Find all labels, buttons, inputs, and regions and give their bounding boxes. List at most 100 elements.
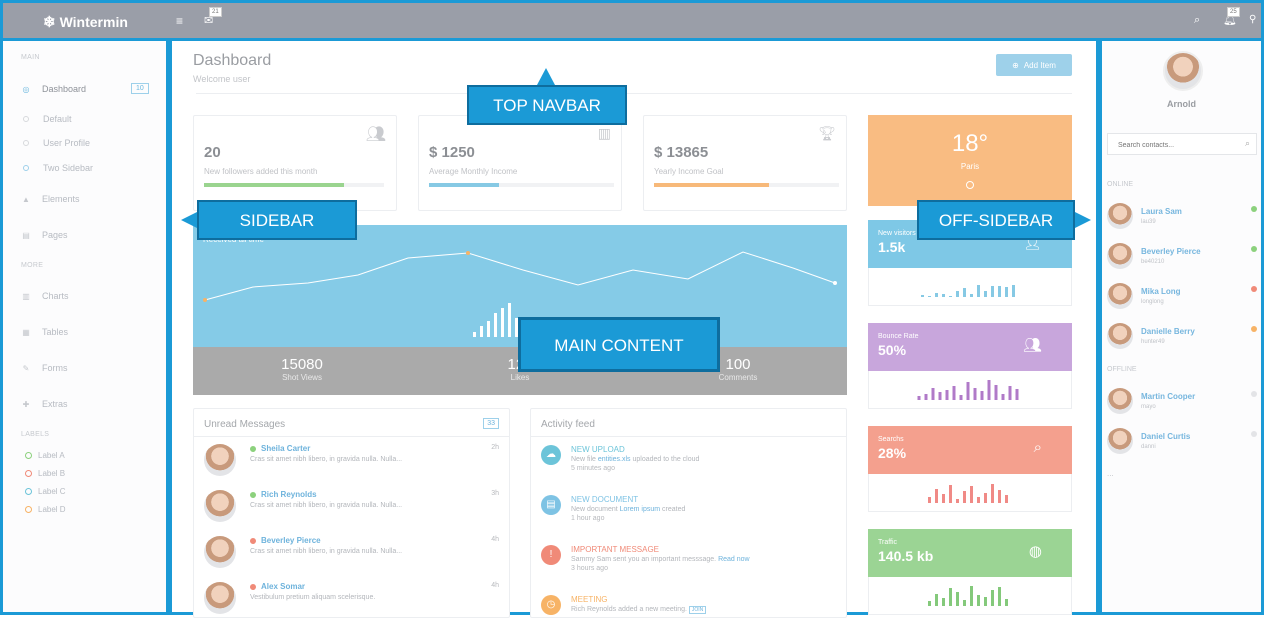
activity-link[interactable]: entities.xls: [598, 456, 631, 463]
activity-item[interactable]: ☁ NEW UPLOAD New file entities.xls uploade…: [541, 445, 836, 472]
document-icon: ▤: [541, 495, 561, 515]
avatar: [1107, 283, 1133, 309]
sidebar-item-pages[interactable]: ▤ Pages: [21, 230, 68, 240]
label-text: Label A: [38, 451, 65, 460]
more-contacts[interactable]: ...: [1107, 469, 1114, 478]
message-sender: Rich Reynolds: [250, 490, 402, 499]
message-item[interactable]: Alex Somar Vestibulum pretium aliquam sce…: [204, 582, 499, 614]
tile-bars: [868, 371, 1072, 409]
contact-username: lau39: [1141, 219, 1156, 225]
activity-link[interactable]: Read now: [718, 556, 750, 563]
mini-bar-chart: [928, 484, 1008, 503]
mini-bar: [1001, 394, 1005, 400]
tile-header: Traffic 140.5 kb ◍: [868, 529, 1072, 577]
sidebar-section-main: MAIN: [21, 54, 40, 61]
contact-item[interactable]: Mika Long longlong: [1107, 283, 1257, 309]
mini-bar: [945, 390, 949, 400]
divider: [194, 436, 509, 437]
activity-feed-panel: Activity feed ☁ NEW UPLOAD New file entiti…: [530, 408, 847, 618]
status-dot: [250, 537, 256, 544]
table-icon: ▦: [22, 327, 30, 337]
activity-item[interactable]: ! IMPORTANT MESSAGE Sammy Sam sent you an …: [541, 545, 836, 572]
brand-name: Wintermin: [59, 14, 128, 30]
sidebar-item-forms[interactable]: ✎ Forms: [21, 363, 68, 373]
message-item[interactable]: Beverley Pierce Cras sit amet nibh libero…: [204, 536, 499, 568]
contact-name: Laura Sam: [1141, 207, 1182, 216]
avatar: [1107, 243, 1133, 269]
sidebar-item-elements[interactable]: ▲ Elements: [21, 194, 80, 204]
mini-bar: [963, 600, 966, 606]
mini-bar: [987, 380, 991, 400]
stat-value: 20: [204, 144, 221, 161]
label-text: Label B: [38, 469, 66, 478]
contact-item[interactable]: Beverley Pierce be40210: [1107, 243, 1257, 269]
sidebar-label-c[interactable]: Label C: [25, 487, 66, 496]
search-contacts-input[interactable]: [1108, 135, 1233, 156]
sidebar-label-d[interactable]: Label D: [25, 505, 66, 514]
activity-time: 1 hour ago: [571, 515, 605, 522]
stat-label: Yearly Income Goal: [654, 167, 724, 176]
circle-icon: [25, 470, 32, 477]
user-name: Arnold: [1167, 99, 1196, 109]
mini-bar: [942, 598, 945, 606]
footer-label: Comments: [718, 373, 758, 382]
stat-card-goal: 🏆︎ $ 13865 Yearly Income Goal: [643, 115, 847, 211]
contact-item[interactable]: Laura Sam lau39: [1107, 203, 1257, 229]
mini-bar: [928, 296, 931, 297]
search-contacts-field[interactable]: ⌕: [1107, 133, 1257, 156]
status-dot: [250, 583, 256, 590]
tile-bars: [868, 268, 1072, 306]
add-item-button[interactable]: ⊕ Add Item: [996, 54, 1072, 76]
mini-bar: [977, 285, 980, 297]
message-text: Vestibulum pretium aliquam scelerisque.: [250, 594, 376, 601]
stat-value: $ 1250: [429, 144, 475, 161]
sidebar-item-charts[interactable]: ▥ Charts: [21, 291, 68, 301]
status-dot: [1251, 326, 1257, 332]
activity-link[interactable]: Lorem ipsum: [620, 506, 660, 513]
mini-bar: [994, 385, 998, 400]
activity-item[interactable]: ◷ MEETING Rich Reynolds added a new meetin…: [541, 595, 836, 615]
contact-item[interactable]: Danielle Berry hunter49: [1107, 323, 1257, 349]
trophy-icon: 🏆︎: [818, 125, 836, 141]
join-tag[interactable]: JOIN: [688, 606, 707, 614]
mini-bar: [1015, 389, 1019, 400]
message-text: Cras sit amet nibh libero, in gravida nu…: [250, 456, 403, 463]
user-avatar[interactable]: [1163, 51, 1203, 91]
contact-item[interactable]: Daniel Curtis danni: [1107, 428, 1257, 454]
message-item[interactable]: Sheila Carter Cras sit amet nibh libero, …: [204, 444, 499, 476]
activity-text-part: New document: [571, 506, 620, 513]
tile-value: 1.5k: [878, 239, 906, 255]
sidebar-item-default[interactable]: Default: [21, 114, 72, 124]
sidebar-label-a[interactable]: Label A: [25, 451, 65, 460]
mini-bar: [935, 594, 938, 606]
pager-dot[interactable]: [966, 181, 974, 189]
mini-bar: [935, 489, 938, 503]
progress-fill: [429, 183, 500, 187]
sidebar-item-user-profile[interactable]: User Profile: [21, 138, 90, 148]
sidebar-label-b[interactable]: Label B: [25, 469, 65, 478]
settings-icon[interactable]: ⚲: [1249, 14, 1256, 25]
activity-time: 5 minutes ago: [571, 465, 615, 472]
sidebar-item-label: Tables: [42, 327, 69, 337]
sidebar-item-extras[interactable]: ✚ Extras: [21, 399, 68, 409]
sidebar-item-two-sidebar[interactable]: Two Sidebar: [21, 163, 93, 173]
message-sender: Sheila Carter: [250, 444, 402, 453]
page-title: Dashboard: [193, 52, 272, 69]
mini-bar: [949, 485, 952, 503]
label-text: Label C: [38, 487, 66, 496]
mini-bar: [991, 286, 994, 297]
mini-bar: [924, 394, 928, 400]
avatar: [204, 444, 236, 476]
sidebar-item-dashboard[interactable]: ◎ Dashboard 10: [21, 83, 149, 94]
activity-item[interactable]: ▤ NEW DOCUMENT New document Lorem ipsum cr…: [541, 495, 836, 522]
mini-bar: [980, 391, 984, 400]
brand-logo[interactable]: ❄ Wintermin: [43, 13, 128, 31]
message-item[interactable]: Rich Reynolds Cras sit amet nibh libero, …: [204, 490, 499, 522]
tile-header: Bounce Rate 50% 👥︎: [868, 323, 1072, 371]
contact-item[interactable]: Martin Cooper mayo: [1107, 388, 1257, 414]
menu-toggle-icon[interactable]: ≡: [176, 14, 183, 28]
sidebar-item-label: Pages: [42, 230, 68, 240]
activity-title: MEETING: [571, 595, 608, 604]
search-icon[interactable]: ⌕: [1194, 14, 1200, 27]
sidebar-item-tables[interactable]: ▦ Tables: [21, 327, 68, 337]
